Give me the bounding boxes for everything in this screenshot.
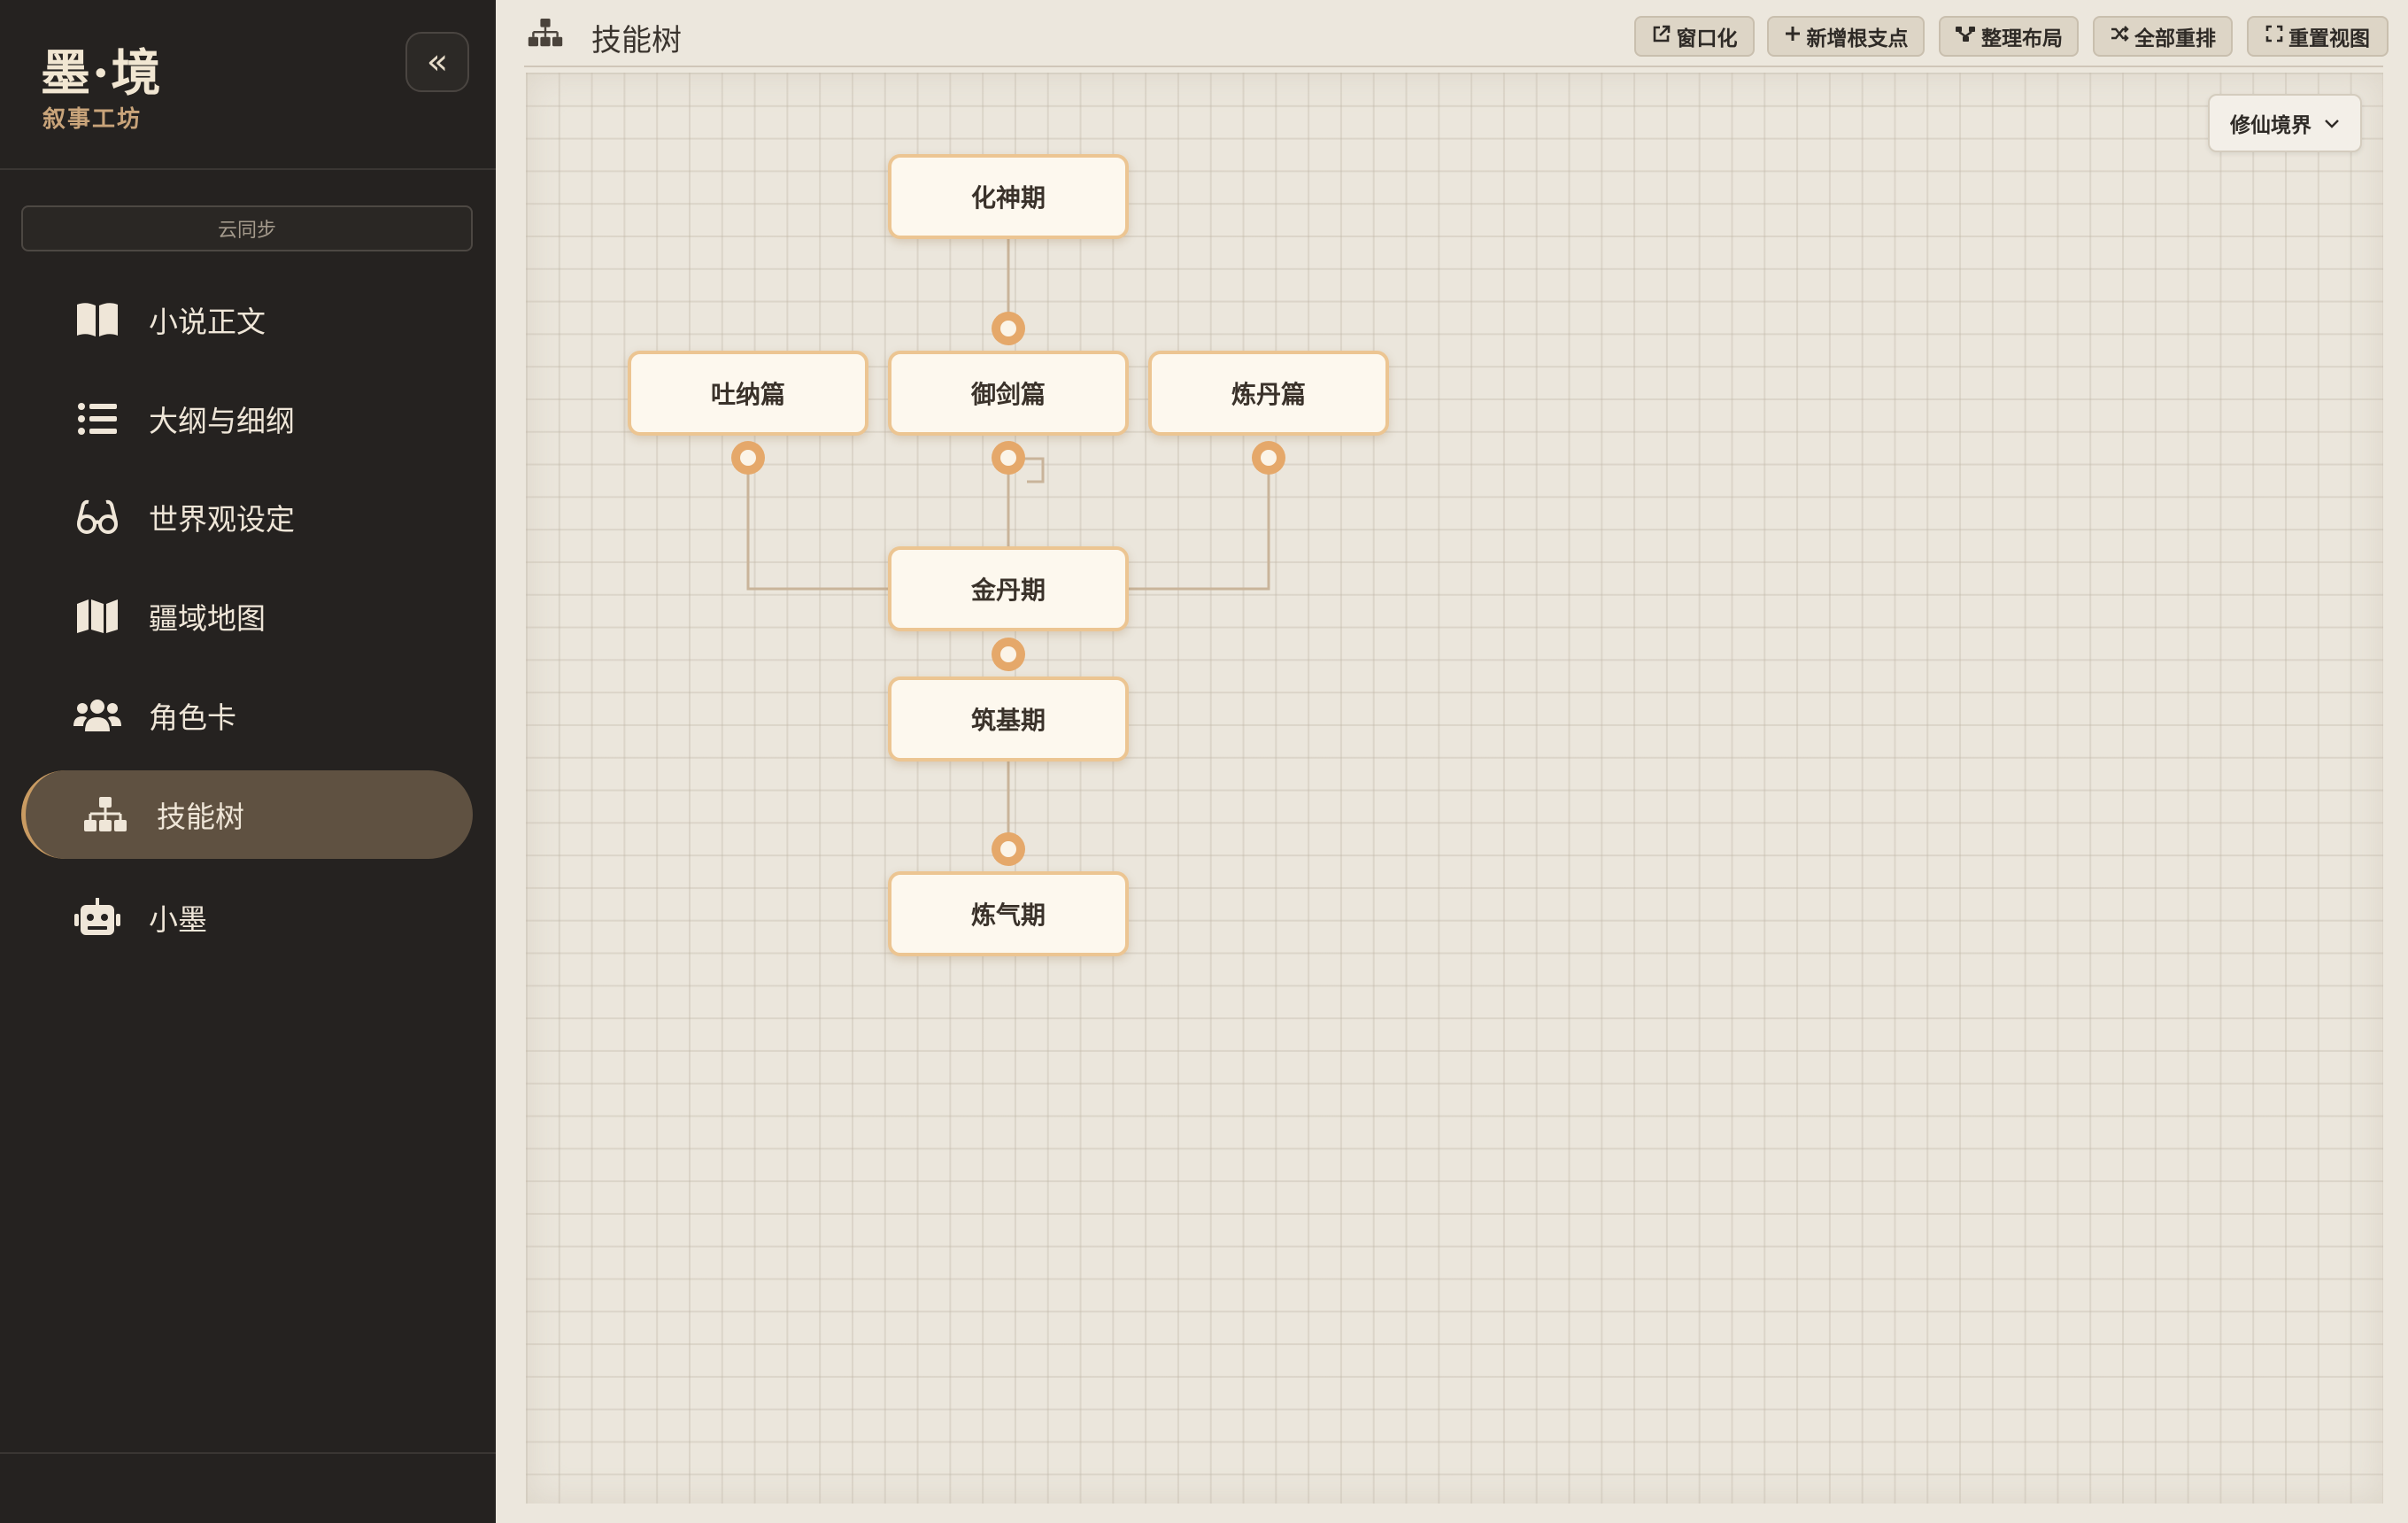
header: 技能树 窗口化 新增根支点 整理布局 全部重排 重置视图 [496,0,2408,67]
skill-node-zhuji[interactable]: 筑基期 [888,676,1129,762]
skill-node-yujian[interactable]: 御剑篇 [888,351,1129,436]
node-handle[interactable] [731,441,765,475]
list-icon [73,394,122,444]
sidebar-item-novel-text[interactable]: 小说正文 [21,276,473,363]
sidebar-item-outline[interactable]: 大纲与细纲 [21,375,473,462]
users-icon [73,691,122,740]
external-link-icon [1652,24,1671,49]
node-handle[interactable] [992,832,1025,866]
plus-icon [1784,25,1802,48]
main-panel: 技能树 窗口化 新增根支点 整理布局 全部重排 重置视图 修仙境界 化神期 吐纳… [496,0,2408,1523]
sidebar-item-label: 世界观设定 [149,502,295,537]
sitemap-icon [81,790,130,839]
sidebar-item-label: 小说正文 [149,305,266,339]
node-handle[interactable] [992,441,1025,475]
skill-node-lianqi[interactable]: 炼气期 [888,871,1129,956]
sidebar-item-skill-tree[interactable]: 技能树 [21,770,473,859]
skill-node-liandan[interactable]: 炼丹篇 [1148,351,1389,436]
shuffle-icon [2110,25,2129,48]
chevron-down-icon [2324,112,2340,135]
skill-node-tuna[interactable]: 吐纳篇 [628,351,868,436]
sidebar-item-label: 大纲与细纲 [149,404,295,438]
branch-icon [1955,25,1976,48]
sidebar-divider [0,168,496,170]
skill-node-huashen[interactable]: 化神期 [888,154,1129,239]
node-handle[interactable] [992,312,1025,345]
reset-view-button[interactable]: 重置视图 [2247,16,2389,57]
tree-select-dropdown[interactable]: 修仙境界 [2208,94,2362,152]
add-root-node-button[interactable]: 新增根支点 [1767,16,1925,57]
sidebar-divider [0,1452,496,1454]
brand-title: 墨·境 [41,44,163,103]
collapse-sidebar-button[interactable]: « [405,32,469,92]
edge [1129,459,1270,591]
page-title: 技能树 [591,23,682,58]
rearrange-all-button[interactable]: 全部重排 [2093,16,2233,57]
sidebar-item-label: 技能树 [157,800,244,834]
header-divider [524,66,2383,67]
windowize-button[interactable]: 窗口化 [1634,16,1755,57]
skill-node-jindan[interactable]: 金丹期 [888,546,1129,631]
sidebar-item-map[interactable]: 疆域地图 [21,573,473,660]
node-handle[interactable] [992,638,1025,671]
robot-icon [73,893,122,942]
sidebar-item-label: 角色卡 [149,700,236,735]
map-icon [73,591,122,641]
sidebar: 墨·境 叙事工坊 « 云同步 小说正文 大纲与细纲 世界观设定 疆域地图 角色卡 [0,0,496,1523]
sidebar-item-label: 疆域地图 [149,601,266,636]
tidy-layout-button[interactable]: 整理布局 [1939,16,2079,57]
skill-tree-canvas[interactable]: 修仙境界 化神期 吐纳篇 御剑篇 炼丹篇 金丹期 筑基期 炼气期 [526,73,2383,1504]
sidebar-item-characters[interactable]: 角色卡 [21,672,473,759]
edge [746,459,890,591]
sidebar-item-worldview[interactable]: 世界观设定 [21,474,473,560]
book-open-icon [73,295,122,344]
brand-subtitle: 叙事工坊 [42,106,143,133]
cloud-sync-button[interactable]: 云同步 [21,205,473,251]
node-handle[interactable] [1252,441,1285,475]
expand-icon [2265,25,2283,48]
sitemap-icon [528,18,563,50]
tree-edges [746,239,1270,848]
glasses-icon [73,492,122,542]
double-chevron-left-icon: « [426,42,449,82]
sidebar-item-label: 小墨 [149,902,207,937]
sidebar-item-xiaomo[interactable]: 小墨 [21,874,473,961]
